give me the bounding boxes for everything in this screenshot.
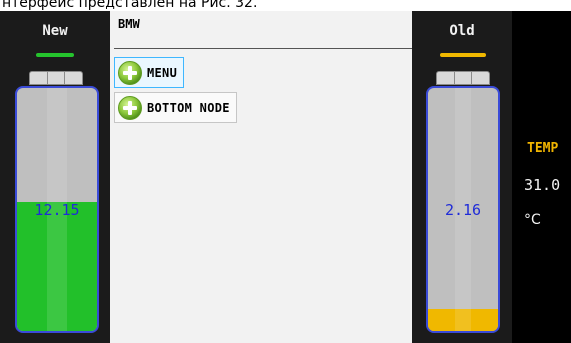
tree-node-label: MENU — [147, 65, 178, 80]
temperature-value: 31.0 — [524, 176, 561, 194]
old-battery-value: 2.16 — [444, 201, 482, 219]
new-battery-value: 12.15 — [34, 201, 80, 219]
temperature-panel: TEMP 31.0 °C — [512, 11, 571, 343]
new-battery-gauge: 12.15 — [15, 86, 99, 333]
tree-node-menu[interactable]: MENU — [114, 57, 185, 88]
device-screen: New 12.15 BMW MENU BOTTOM NODE Old 2.16 … — [0, 11, 571, 343]
new-battery-panel: New 12.15 — [0, 11, 110, 343]
old-battery-panel: Old 2.16 — [412, 11, 512, 343]
old-battery-gauge: 2.16 — [426, 86, 500, 333]
caption-text: нтерфейс представлен на Рис. 32. — [2, 0, 258, 11]
page-caption: нтерфейс представлен на Рис. 32. — [0, 0, 571, 11]
plus-circle-icon[interactable] — [117, 60, 143, 86]
tree-view: BMW MENU BOTTOM NODE — [110, 11, 412, 343]
temperature-unit: °C — [524, 212, 541, 228]
tree-node-bottom-node[interactable]: BOTTOM NODE — [114, 92, 237, 123]
new-battery-label: New — [42, 23, 68, 39]
new-battery-cap — [29, 71, 83, 85]
tree-title: BMW — [118, 17, 140, 31]
tree-node-label: BOTTOM NODE — [147, 100, 230, 115]
old-battery-indicator — [440, 53, 486, 57]
new-battery-indicator — [36, 53, 74, 57]
temperature-label: TEMP — [527, 141, 559, 156]
old-battery-label: Old — [449, 23, 475, 39]
tree-divider — [114, 48, 412, 49]
plus-circle-icon[interactable] — [117, 95, 143, 121]
old-battery-cap — [436, 71, 490, 85]
